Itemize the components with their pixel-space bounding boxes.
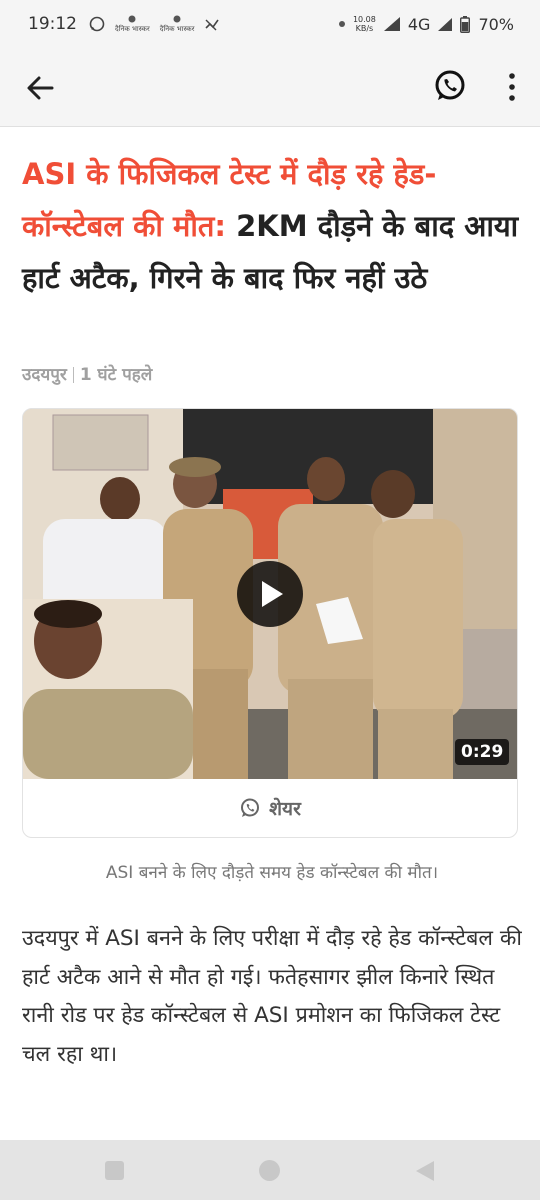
- more-vertical-icon[interactable]: [500, 70, 524, 104]
- dainik-bhaskar-icon: दैनिक भास्कर: [160, 15, 194, 33]
- article-body: उदयपुर में ASI बनने के लिए परीक्षा में द…: [22, 926, 522, 1067]
- battery-icon: [460, 15, 471, 33]
- dainik-bhaskar-icon: दैनिक भास्कर: [115, 15, 150, 33]
- whatsapp-icon: [241, 798, 260, 817]
- share-button[interactable]: शेयर: [23, 779, 517, 837]
- home-button[interactable]: [259, 1160, 280, 1181]
- battery-level: 70%: [478, 14, 514, 34]
- video-card: 0:29 शेयर: [22, 408, 518, 838]
- whatsapp-icon[interactable]: [432, 68, 468, 104]
- article-meta: उदयपुर 1 घंटे पहले: [22, 362, 152, 385]
- status-bar: 19:12 दैनिक भास्कर दैनिक भास्कर 10.08 KB…: [0, 0, 540, 48]
- article-headline: ASI के फिजिकल टेस्ट में दौड़ रहे हेड-कॉन…: [22, 148, 522, 304]
- whatsapp-icon: [89, 16, 105, 32]
- play-button[interactable]: [237, 561, 303, 627]
- net-speed: 10.08 KB/s: [352, 15, 376, 33]
- missed-call-icon: [205, 19, 220, 31]
- signal-icon: [438, 17, 453, 31]
- back-triangle-icon[interactable]: [414, 1159, 436, 1183]
- notification-dot: [338, 21, 345, 27]
- meta-divider: [72, 367, 74, 383]
- signal-icon: [383, 17, 400, 31]
- app-bar: [0, 48, 540, 127]
- arrow-left-icon[interactable]: [24, 72, 56, 104]
- network-type: 4G: [407, 14, 431, 34]
- recents-button[interactable]: [105, 1161, 124, 1180]
- video-duration-badge: 0:29: [455, 739, 510, 765]
- location-label: उदयपुर: [22, 365, 67, 385]
- share-label: शेयर: [269, 798, 301, 820]
- video-caption: ASI बनने के लिए दौड़ते समय हेड कॉन्स्टेब…: [105, 863, 439, 883]
- play-icon: [262, 581, 283, 607]
- clock: 19:12: [28, 14, 77, 34]
- video-thumbnail[interactable]: 0:29: [23, 409, 517, 779]
- system-nav-bar: [0, 1140, 540, 1200]
- time-ago: 1 घंटे पहले: [79, 365, 153, 385]
- notification-icons: दैनिक भास्कर दैनिक भास्कर: [89, 15, 220, 33]
